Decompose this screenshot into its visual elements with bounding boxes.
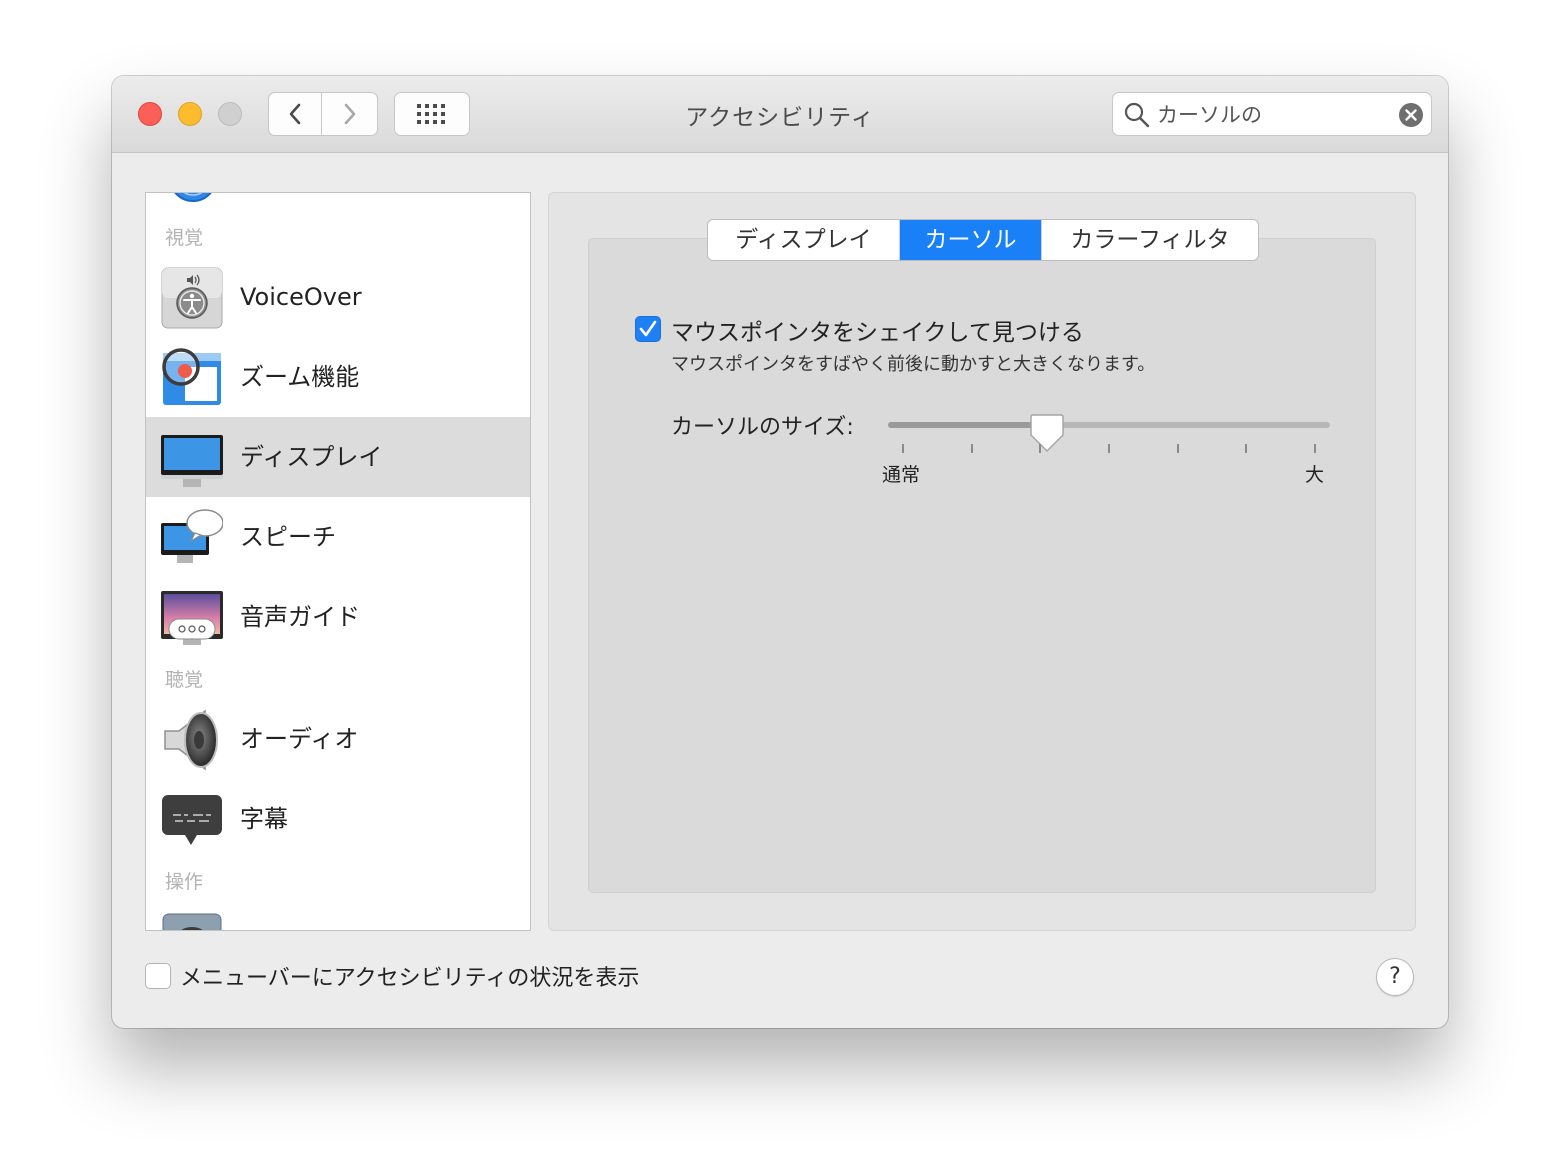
- sidebar-item-descriptions[interactable]: 音声ガイド: [146, 577, 530, 657]
- captions-icon: [162, 795, 222, 845]
- section-label-vision: 視覚: [165, 227, 204, 249]
- sidebar-item-speech[interactable]: スピーチ: [146, 497, 530, 577]
- chevron-right-icon: [344, 103, 355, 125]
- tab-cursor[interactable]: カーソル: [900, 220, 1042, 260]
- zoom-window-button: [218, 102, 242, 126]
- slider-fill: [888, 422, 1048, 428]
- content-pane: マウスポインタをシェイクして見つける マウスポインタをすばやく前後に動かすと大き…: [548, 192, 1416, 931]
- tab-display[interactable]: ディスプレイ: [708, 220, 900, 260]
- tab-bar: ディスプレイ カーソル カラーフィルタ: [707, 219, 1259, 261]
- pointer-control-icon: [162, 913, 222, 930]
- sidebar-item-label: ディスプレイ: [240, 443, 383, 471]
- slider-tick: [1108, 444, 1110, 453]
- slider-tick: [1245, 444, 1248, 453]
- shake-to-locate-checkbox[interactable]: [635, 316, 661, 342]
- tab-color-filters[interactable]: カラーフィルタ: [1042, 220, 1258, 260]
- window-title: アクセシビリティ: [685, 105, 875, 131]
- preferences-window: アクセシビリティ 視覚: [112, 76, 1448, 1028]
- general-icon: [174, 193, 212, 202]
- close-window-button[interactable]: [138, 102, 162, 126]
- sidebar-item-audio[interactable]: オーディオ: [146, 699, 530, 779]
- sidebar-item-label: 音声ガイド: [240, 603, 360, 631]
- descriptions-icon: [161, 591, 223, 645]
- sidebar-item-label: VoiceOver: [240, 283, 362, 311]
- menu-bar-status-label: メニューバーにアクセシビリティの状況を表示: [180, 966, 640, 991]
- sidebar-item-captions[interactable]: 字幕: [146, 779, 530, 859]
- chevron-left-icon: [289, 103, 301, 125]
- show-all-button[interactable]: [394, 92, 470, 136]
- slider-tick: [1176, 444, 1179, 453]
- slider-tick: [1314, 444, 1316, 453]
- grid-icon: [417, 104, 445, 124]
- slider-thumb[interactable]: [1030, 413, 1064, 453]
- menu-bar-status-checkbox[interactable]: [145, 963, 171, 989]
- search-input[interactable]: [1157, 100, 1393, 128]
- minimize-window-button[interactable]: [178, 102, 202, 126]
- sidebar-item-voiceover[interactable]: VoiceOver: [146, 257, 530, 337]
- shake-to-locate-label: マウスポインタをシェイクして見つける: [671, 320, 1084, 346]
- speaker-icon: [164, 709, 218, 771]
- category-sidebar[interactable]: 視覚 VoiceOver ズーム機能 ディスプレイ スピーチ 音声ガイド 聴覚 …: [145, 192, 531, 931]
- section-label-hearing: 聴覚: [165, 669, 204, 691]
- checkmark-icon: [639, 320, 657, 337]
- section-label-interaction: 操作: [165, 871, 204, 893]
- cursor-size-label: カーソルのサイズ:: [671, 415, 854, 440]
- cursor-tab-panel: マウスポインタをシェイクして見つける マウスポインタをすばやく前後に動かすと大き…: [588, 238, 1376, 893]
- help-button[interactable]: ?: [1376, 958, 1414, 996]
- shake-to-locate-description: マウスポインタをすばやく前後に動かすと大きくなります。: [671, 354, 1156, 375]
- sidebar-item-label: ズーム機能: [240, 363, 360, 391]
- speech-icon: [161, 509, 223, 563]
- slider-tick: [970, 444, 973, 453]
- sidebar-item-display[interactable]: ディスプレイ: [146, 417, 530, 497]
- forward-button[interactable]: [322, 92, 378, 136]
- sidebar-item-label: スピーチ: [240, 523, 336, 551]
- slider-min-label: 通常: [882, 464, 921, 486]
- sidebar-item-label: オーディオ: [240, 725, 359, 753]
- slider-tick: [1039, 444, 1042, 453]
- clear-search-icon[interactable]: [1399, 103, 1423, 127]
- slider-tick: [902, 444, 904, 453]
- voiceover-icon: [161, 267, 223, 329]
- cursor-size-slider[interactable]: [888, 422, 1330, 428]
- display-icon: [161, 435, 223, 487]
- sidebar-item-zoom[interactable]: ズーム機能: [146, 337, 530, 417]
- search-field[interactable]: [1112, 92, 1432, 136]
- search-icon: [1124, 102, 1150, 128]
- zoom-icon: [162, 348, 221, 405]
- back-button[interactable]: [268, 92, 322, 136]
- sidebar-item-label: 字幕: [240, 805, 288, 833]
- slider-max-label: 大: [1305, 464, 1325, 486]
- title-bar: アクセシビリティ: [112, 76, 1448, 153]
